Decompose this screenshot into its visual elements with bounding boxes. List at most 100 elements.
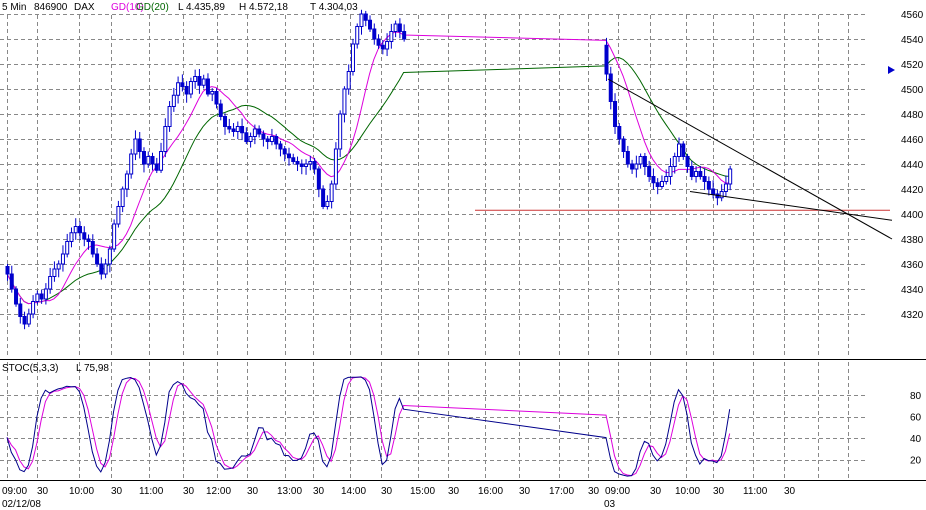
time-tick-label: 13:00 xyxy=(277,486,302,497)
time-tick-label: 30 xyxy=(650,486,662,497)
price-tick-label: 4540 xyxy=(901,35,924,46)
candle-up xyxy=(252,128,257,137)
candle-up xyxy=(112,223,117,250)
axes: 4320 4340 4360 4380 4400 4420 4440 4460 4480 4500… xyxy=(0,10,926,497)
lower-trend-line xyxy=(689,191,893,221)
candle-up xyxy=(193,76,198,82)
time-tick-label: 30 xyxy=(111,486,123,497)
candle-up xyxy=(188,81,193,95)
candle-up xyxy=(269,136,274,142)
candle-up xyxy=(56,263,61,270)
candles xyxy=(5,9,733,330)
candle-up xyxy=(664,176,669,182)
time-tick-label: 30 xyxy=(519,486,531,497)
candle-up xyxy=(359,13,364,27)
candle-up xyxy=(672,156,677,167)
gd20-line-layer xyxy=(6,56,730,305)
interval-label: 5 Min xyxy=(2,2,26,13)
candle-down xyxy=(299,163,304,167)
price-tick-label: 4420 xyxy=(901,185,924,196)
candle-up xyxy=(52,268,57,277)
candle-down xyxy=(180,82,185,87)
candle-up xyxy=(393,23,398,32)
time-tick-label: 16:00 xyxy=(478,486,503,497)
candle-down xyxy=(14,288,19,305)
time-tick-label: 17:00 xyxy=(549,486,574,497)
price-tick-label: 4400 xyxy=(901,210,924,221)
candle-down xyxy=(39,293,44,300)
candle-up xyxy=(719,191,724,199)
candle-down xyxy=(184,86,189,95)
gd10-line-layer xyxy=(6,31,730,305)
candle-up xyxy=(116,206,121,225)
candle-down xyxy=(702,176,707,182)
candle-up xyxy=(107,248,112,265)
time-tick-label: 30 xyxy=(588,486,600,497)
price-tick-label: 4340 xyxy=(901,285,924,296)
candle-down xyxy=(689,166,694,177)
low-price-label: T 4.304,03 xyxy=(310,2,358,13)
candle-up xyxy=(342,88,347,115)
candle-up xyxy=(65,241,70,255)
time-tick-label: 14:00 xyxy=(341,486,366,497)
candle-down xyxy=(257,128,262,135)
price-tick-label: 4320 xyxy=(901,310,924,321)
candle-up xyxy=(308,161,313,165)
candle-up xyxy=(163,126,168,152)
price-tick-label: 4480 xyxy=(901,110,924,121)
candle-down xyxy=(274,136,279,145)
candle-down xyxy=(150,156,155,165)
candle-up xyxy=(26,313,31,325)
time-tick-label: 30 xyxy=(247,486,259,497)
candle-down xyxy=(22,316,27,325)
candle-down xyxy=(711,188,716,195)
time-tick-label: 15:00 xyxy=(410,486,435,497)
symbol-id: 846900 xyxy=(34,2,68,13)
candle-up xyxy=(338,113,343,150)
stoch-tick-label: 40 xyxy=(910,434,922,445)
candle-up xyxy=(31,301,36,315)
last-price-label: L 4.435,89 xyxy=(178,2,225,13)
time-tick-label: 09:00 xyxy=(2,486,27,497)
candle-down xyxy=(137,138,142,152)
candle-down xyxy=(82,232,87,240)
price-tick-label: 4460 xyxy=(901,135,924,146)
time-tick-label: 11:00 xyxy=(743,486,768,497)
candle-down xyxy=(90,241,95,255)
time-tick-label: 12:00 xyxy=(206,486,231,497)
candle-down xyxy=(630,163,635,170)
candle-up xyxy=(35,293,40,302)
stoch-last-label: L 75,98 xyxy=(76,363,109,374)
candle-up xyxy=(329,183,334,202)
candle-down xyxy=(613,101,618,127)
candle-down xyxy=(265,138,270,142)
stoch-tick-label: 20 xyxy=(910,456,922,467)
candle-up xyxy=(389,31,394,42)
stochastic-panel xyxy=(6,376,731,477)
candle-down xyxy=(363,13,368,21)
candle-up xyxy=(638,156,643,165)
price-tick-label: 4560 xyxy=(901,10,924,21)
candle-up xyxy=(248,136,253,142)
gd20-line xyxy=(6,56,730,305)
candle-up xyxy=(210,91,215,95)
candle-up xyxy=(201,78,206,86)
candle-up xyxy=(304,163,309,167)
candle-down xyxy=(698,171,703,177)
scroll-right-marker[interactable] xyxy=(888,66,895,74)
symbol-name: DAX xyxy=(74,2,95,13)
candle-up xyxy=(60,253,65,265)
candlestick-chart[interactable]: 4320 4340 4360 4380 4400 4420 4440 4460 4480 4500… xyxy=(0,0,926,510)
candle-down xyxy=(18,303,23,317)
price-tick-label: 4380 xyxy=(901,235,924,246)
candle-down xyxy=(651,176,656,184)
candle-down xyxy=(205,78,210,95)
candle-up xyxy=(146,156,151,165)
candle-up xyxy=(350,43,355,72)
candle-up xyxy=(48,276,53,290)
candle-down xyxy=(99,263,104,275)
candle-up xyxy=(103,263,108,275)
time-tick-label: 30 xyxy=(448,486,460,497)
candle-down xyxy=(282,148,287,155)
candle-up xyxy=(659,181,664,187)
